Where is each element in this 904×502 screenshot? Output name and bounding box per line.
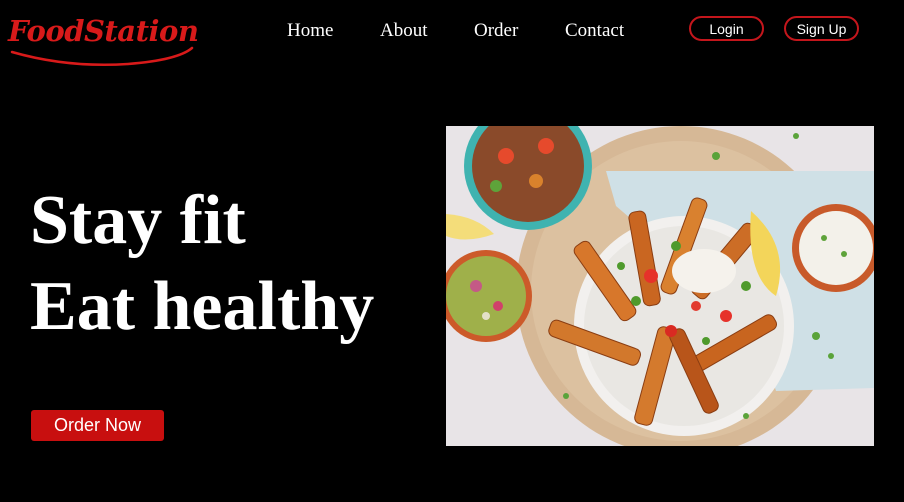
nav-home-link[interactable]: Home bbox=[287, 20, 333, 42]
order-now-button[interactable]: Order Now bbox=[31, 410, 164, 441]
signup-button[interactable]: Sign Up bbox=[784, 16, 859, 41]
food-photo-icon bbox=[446, 126, 874, 446]
hero-heading: Stay fit Eat healthy bbox=[30, 178, 374, 350]
login-button[interactable]: Login bbox=[689, 16, 764, 41]
hero-food-image bbox=[446, 126, 874, 446]
nav-contact-link[interactable]: Contact bbox=[565, 20, 624, 42]
nav-order-link[interactable]: Order bbox=[474, 20, 518, 42]
hero-heading-line2: Eat healthy bbox=[30, 268, 375, 345]
logo-swoosh-icon bbox=[10, 46, 194, 67]
nav-about-link[interactable]: About bbox=[380, 20, 428, 42]
hero-heading-line1: Stay fit bbox=[30, 182, 246, 259]
brand-logo[interactable]: FoodStation bbox=[8, 8, 200, 70]
